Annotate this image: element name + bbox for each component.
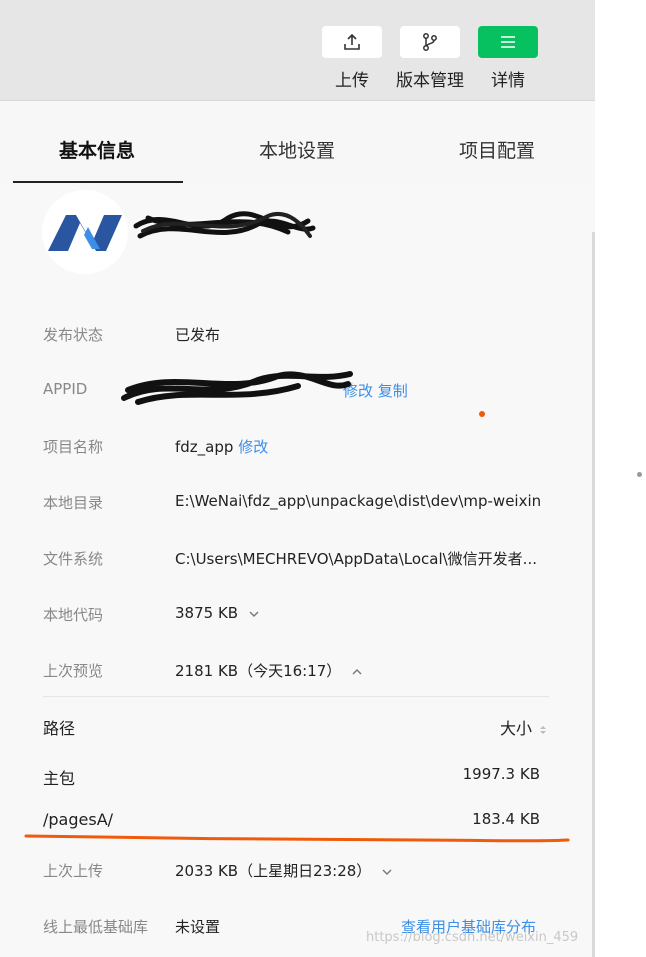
table-row-size: 1997.3 KB <box>462 765 540 783</box>
tab-project-config[interactable]: 项目配置 <box>459 136 535 163</box>
redacted-app-name <box>133 211 316 239</box>
version-management-button[interactable] <box>400 26 460 58</box>
version-management-label: 版本管理 <box>396 71 464 91</box>
col-header-size[interactable]: 大小 <box>500 715 547 739</box>
annotation-dot <box>479 411 485 417</box>
upload-icon <box>344 33 360 50</box>
upload-label: 上传 <box>335 71 369 91</box>
tab-local-settings[interactable]: 本地设置 <box>259 136 335 163</box>
tab-bar: 基本信息 本地设置 项目配置 <box>0 101 595 183</box>
chevron-down-icon <box>382 869 392 875</box>
project-details-panel: 上传 版本管理 详情 基本信息 本地设置 项目配置 发布状态 已发布 APPID… <box>0 0 595 957</box>
appid-copy-link[interactable]: 复制 <box>378 382 408 400</box>
file-system-link[interactable]: C:\Users\MECHREVO\AppData\Local\微信开发者... <box>175 548 537 569</box>
app-logo <box>42 190 128 274</box>
sort-icon <box>540 725 547 734</box>
col-header-path: 路径 <box>43 719 76 738</box>
stray-dot <box>637 472 642 477</box>
details-label: 详情 <box>491 71 525 91</box>
chevron-down-icon <box>249 611 259 617</box>
row-file-system: 文件系统 C:\Users\MECHREVO\AppData\Local\微信开… <box>43 548 563 572</box>
scrollbar[interactable] <box>592 232 595 957</box>
row-last-upload: 上次上传 2033 KB（上星期日23:28） <box>43 860 563 884</box>
tab-basic-info[interactable]: 基本信息 <box>59 136 135 163</box>
last-upload-value: 2033 KB（上星期日23:28） <box>175 862 372 880</box>
menu-icon <box>501 36 515 48</box>
project-name-value: fdz_app <box>175 438 234 456</box>
row-local-dir: 本地目录 E:\WeNai\fdz_app\unpackage\dist\dev… <box>43 492 563 516</box>
local-code-toggle[interactable]: 3875 KB <box>175 604 259 622</box>
table-row-path: 主包 <box>43 769 76 788</box>
publish-status-label: 发布状态 <box>43 326 104 344</box>
toolbar: 上传 版本管理 详情 <box>0 0 595 101</box>
local-code-label: 本地代码 <box>43 606 104 624</box>
project-name-label: 项目名称 <box>43 438 104 456</box>
last-preview-value: 2181 KB（今天16:17） <box>175 662 342 680</box>
last-preview-label: 上次预览 <box>43 662 104 680</box>
watermark: https://blog.csdn.net/weixin_459 <box>366 930 579 945</box>
redacted-appid <box>121 371 353 405</box>
local-dir-link[interactable]: E:\WeNai\fdz_app\unpackage\dist\dev\mp-w… <box>175 492 541 510</box>
table-row-path: /pagesA/ <box>43 810 114 829</box>
row-publish-status: 发布状态 已发布 <box>43 324 563 348</box>
min-lib-value: 未设置 <box>175 918 221 936</box>
last-upload-toggle[interactable]: 2033 KB（上星期日23:28） <box>175 860 392 881</box>
row-project-name: 项目名称 fdz_app 修改 <box>43 436 563 460</box>
local-dir-label: 本地目录 <box>43 494 104 512</box>
local-code-value: 3875 KB <box>175 604 239 622</box>
min-lib-label: 线上最低基础库 <box>43 918 149 936</box>
row-last-preview: 上次预览 2181 KB（今天16:17） <box>43 660 563 684</box>
preview-divider <box>43 696 549 697</box>
upload-button[interactable] <box>322 26 382 58</box>
last-preview-toggle[interactable]: 2181 KB（今天16:17） <box>175 660 362 681</box>
col-header-size-label: 大小 <box>500 719 533 738</box>
app-logo-icon <box>48 215 122 251</box>
project-name-modify-link[interactable]: 修改 <box>238 438 268 456</box>
file-system-label: 文件系统 <box>43 550 104 568</box>
row-local-code: 本地代码 3875 KB <box>43 604 563 628</box>
table-row-size: 183.4 KB <box>472 810 540 828</box>
publish-status-value: 已发布 <box>175 326 221 344</box>
details-button[interactable] <box>478 26 538 58</box>
last-upload-label: 上次上传 <box>43 862 104 880</box>
chevron-up-icon <box>352 668 362 674</box>
appid-label: APPID <box>43 380 88 398</box>
branch-icon <box>423 33 437 51</box>
